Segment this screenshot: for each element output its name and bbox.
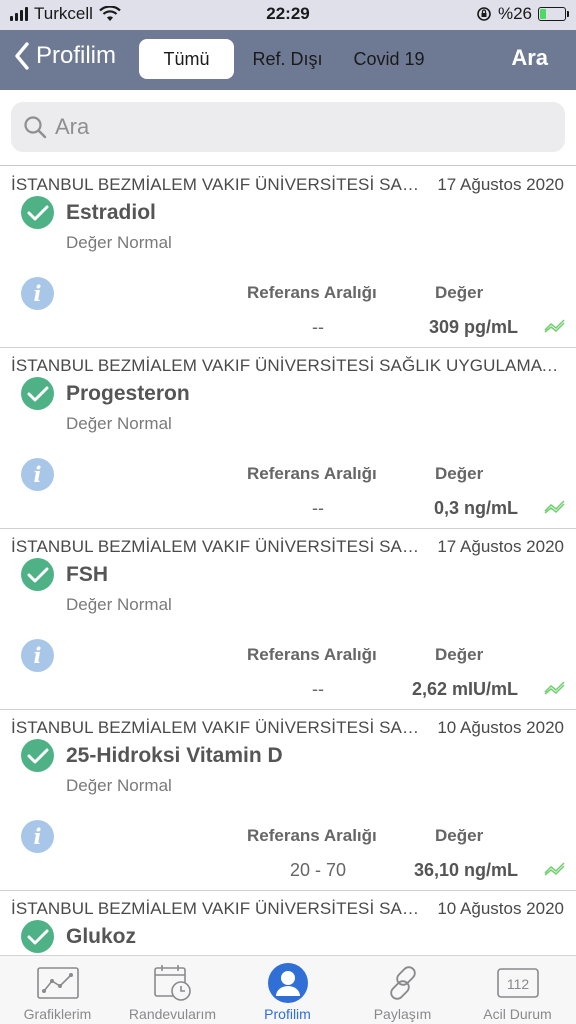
tab-charts[interactable]: Grafiklerim bbox=[0, 956, 115, 1024]
search-icon bbox=[24, 116, 47, 139]
reference-range-value: -- bbox=[312, 498, 324, 518]
battery-fill bbox=[540, 9, 547, 19]
value-label: Değer bbox=[435, 283, 484, 302]
nav-bar: Profilim Tümü Ref. Dışı Covid 19 Ara bbox=[0, 30, 576, 90]
info-icon[interactable]: i bbox=[21, 639, 54, 672]
result-status: Değer Normal bbox=[66, 414, 172, 433]
result-card[interactable]: İSTANBUL BEZMİALEM VAKIF ÜNİVERSİTESİ SA… bbox=[0, 891, 576, 955]
tab-sharing[interactable]: Paylaşım bbox=[345, 956, 460, 1024]
search-bar-container: Ara bbox=[0, 90, 576, 166]
value-label: Değer bbox=[435, 826, 484, 845]
check-icon bbox=[21, 377, 54, 410]
tab-label: Randevularım bbox=[128, 1006, 217, 1022]
institution-name: İSTANBUL BEZMİALEM VAKIF ÜNİVERSİTESİ SA… bbox=[11, 356, 561, 375]
chevron-left-icon bbox=[15, 42, 29, 70]
test-name: Glukoz bbox=[66, 925, 137, 948]
reference-range-value: 20 - 70 bbox=[289, 860, 347, 880]
result-date: 17 Ağustos 2020 bbox=[437, 175, 564, 194]
value-label: Değer bbox=[435, 464, 484, 483]
tab-profile[interactable]: Profilim bbox=[230, 956, 345, 1024]
value-label: Değer bbox=[435, 645, 484, 664]
status-right: %26 bbox=[476, 4, 569, 24]
info-icon[interactable]: i bbox=[21, 458, 54, 491]
segment-out-of-range[interactable]: Ref. Dışı bbox=[240, 39, 335, 79]
tab-label: Profilim bbox=[264, 1006, 311, 1022]
trend-chart-icon[interactable] bbox=[544, 860, 566, 876]
check-icon bbox=[21, 739, 54, 772]
segment-covid-19[interactable]: Covid 19 bbox=[340, 39, 438, 79]
result-status: Değer Normal bbox=[66, 595, 172, 614]
result-card[interactable]: İSTANBUL BEZMİALEM VAKIF ÜNİVERSİTESİ SA… bbox=[0, 529, 576, 710]
institution-name: İSTANBUL BEZMİALEM VAKIF ÜNİVERSİTESİ SA… bbox=[11, 718, 421, 737]
emergency-112-icon: 112 bbox=[496, 968, 539, 998]
check-icon bbox=[21, 196, 54, 229]
battery-percent: %26 bbox=[497, 4, 532, 23]
result-value: 0,3 ng/mL bbox=[433, 498, 518, 518]
trend-chart-icon[interactable] bbox=[544, 317, 566, 333]
orientation-lock-icon bbox=[477, 7, 491, 21]
person-icon bbox=[267, 963, 308, 1003]
result-date: 10 Ağustos 2020 bbox=[437, 899, 564, 918]
institution-name: İSTANBUL BEZMİALEM VAKIF ÜNİVERSİTESİ SA… bbox=[11, 899, 421, 918]
results-list[interactable]: İSTANBUL BEZMİALEM VAKIF ÜNİVERSİTESİ SA… bbox=[0, 167, 576, 955]
back-label: Profilim bbox=[36, 42, 117, 69]
institution-name: İSTANBUL BEZMİALEM VAKIF ÜNİVERSİTESİ SA… bbox=[11, 537, 421, 556]
status-bar: Turkcell 22:29 %26 bbox=[0, 0, 576, 30]
search-input[interactable]: Ara bbox=[11, 102, 565, 152]
back-button[interactable]: Profilim bbox=[14, 42, 116, 70]
tab-label: Acil Durum bbox=[483, 1006, 552, 1022]
reference-range-label: Referans Aralığı bbox=[247, 645, 377, 664]
result-status: Değer Normal bbox=[66, 776, 172, 795]
calendar-clock-icon bbox=[153, 965, 191, 1001]
test-name: Progesteron bbox=[66, 382, 190, 405]
institution-name: İSTANBUL BEZMİALEM VAKIF ÜNİVERSİTESİ SA… bbox=[11, 175, 421, 194]
result-status: Değer Normal bbox=[66, 233, 172, 252]
tab-label: Grafiklerim bbox=[23, 1006, 92, 1022]
reference-range-value: -- bbox=[312, 679, 324, 699]
test-name: 25-Hidroksi Vitamin D bbox=[66, 744, 283, 767]
link-icon bbox=[389, 966, 416, 1000]
reference-range-label: Referans Aralığı bbox=[247, 464, 377, 483]
result-value: 2,62 mIU/mL bbox=[411, 679, 518, 699]
trend-chart-icon[interactable] bbox=[544, 679, 566, 695]
reference-range-label: Referans Aralığı bbox=[247, 283, 377, 302]
info-icon[interactable]: i bbox=[21, 820, 54, 853]
result-date: 10 Ağustos 2020 bbox=[437, 718, 564, 737]
trend-chart-icon[interactable] bbox=[544, 498, 566, 514]
result-card[interactable]: İSTANBUL BEZMİALEM VAKIF ÜNİVERSİTESİ SA… bbox=[0, 348, 576, 529]
battery-icon bbox=[538, 7, 569, 21]
reference-range-value: -- bbox=[312, 317, 324, 337]
result-value: 309 pg/mL bbox=[428, 317, 518, 337]
search-placeholder: Ara bbox=[55, 114, 90, 139]
svg-text:112: 112 bbox=[506, 976, 529, 992]
info-icon[interactable]: i bbox=[21, 277, 54, 310]
chart-icon bbox=[36, 967, 79, 999]
tab-label: Paylaşım bbox=[373, 1006, 432, 1022]
result-date: 17 Ağustos 2020 bbox=[437, 537, 564, 556]
check-icon bbox=[21, 920, 54, 953]
tab-bar: Grafiklerim Randevularım Profilim Paylaş… bbox=[0, 955, 576, 1024]
search-action-button[interactable]: Ara bbox=[511, 45, 548, 71]
result-card[interactable]: İSTANBUL BEZMİALEM VAKIF ÜNİVERSİTESİ SA… bbox=[0, 167, 576, 348]
result-card[interactable]: İSTANBUL BEZMİALEM VAKIF ÜNİVERSİTESİ SA… bbox=[0, 710, 576, 891]
reference-range-label: Referans Aralığı bbox=[247, 826, 377, 845]
test-name: FSH bbox=[66, 563, 108, 586]
segment-all[interactable]: Tümü bbox=[139, 39, 234, 79]
check-icon bbox=[21, 558, 54, 591]
result-value: 36,10 ng/mL bbox=[413, 860, 518, 880]
tab-emergency[interactable]: 112 Acil Durum bbox=[460, 956, 575, 1024]
tab-appointments[interactable]: Randevularım bbox=[115, 956, 230, 1024]
test-name: Estradiol bbox=[66, 201, 156, 224]
